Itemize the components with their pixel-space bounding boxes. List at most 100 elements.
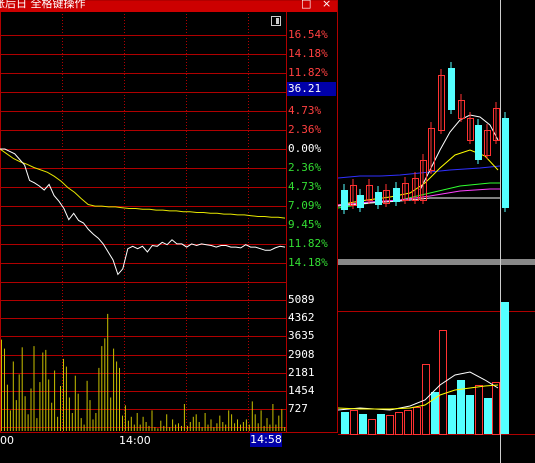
percent-label: 11.82%	[288, 237, 328, 250]
volume-bar	[231, 414, 233, 431]
volume-bar	[113, 348, 115, 431]
volume-bar	[368, 419, 376, 435]
volume-bar	[192, 416, 194, 431]
volume-bar	[71, 413, 73, 431]
volume-bars	[1, 313, 286, 431]
candle-body	[375, 192, 382, 205]
percent-label: 0.00%	[288, 142, 322, 155]
volume-bar	[136, 413, 138, 431]
volume-bar	[172, 419, 174, 431]
volume-bar	[27, 414, 29, 431]
current-time-box: 14:58	[250, 433, 282, 447]
current-price-box: 36.21	[287, 82, 336, 96]
volume-bar	[181, 425, 182, 431]
volume-bar	[63, 358, 64, 431]
percent-label: 4.73%	[288, 104, 322, 117]
volume-bar	[237, 419, 238, 431]
volume-bar	[228, 410, 230, 431]
volume-bar	[157, 428, 159, 431]
volume-bar	[95, 413, 97, 431]
volume-bar	[395, 412, 403, 435]
volume-bar	[448, 395, 456, 434]
volume-bar	[210, 419, 212, 431]
volume-bar	[124, 405, 126, 431]
volume-bar	[107, 313, 109, 431]
volume-bar	[284, 427, 286, 431]
volume-bar	[240, 424, 241, 431]
volume-bar	[204, 413, 206, 431]
percent-label: 7.09%	[288, 199, 322, 212]
volume-bar	[65, 366, 67, 431]
volume-bar	[359, 414, 367, 434]
volume-bar	[98, 367, 100, 431]
volume-bar	[269, 424, 271, 431]
volume-bar	[195, 414, 197, 431]
volume-bar	[45, 349, 47, 431]
volume-bar	[251, 401, 253, 431]
volume-bar	[278, 415, 280, 431]
minimize-icon[interactable]: □	[301, 0, 311, 10]
volume-bar	[148, 425, 150, 431]
volume-bar	[178, 423, 179, 431]
chart-canvas	[0, 0, 535, 463]
volume-bar	[475, 385, 483, 435]
volume-bar	[151, 410, 153, 431]
volume-bar	[484, 398, 492, 434]
volume-bar	[198, 422, 200, 431]
volume-bar	[183, 404, 185, 431]
volume-bar	[257, 423, 259, 431]
percent-label: 14.18%	[288, 256, 328, 269]
intraday-price-line	[0, 148, 286, 276]
volume-label: 4362	[288, 311, 315, 324]
candle-body	[393, 188, 400, 202]
volume-bar	[119, 367, 120, 431]
volume-bar	[74, 375, 76, 431]
volume-bar	[116, 361, 118, 431]
volume-label: 2908	[288, 348, 315, 361]
popup-title-text: 涨后日 全格键操作	[0, 0, 86, 10]
volume-bar	[341, 412, 349, 434]
volume-bar	[92, 419, 94, 431]
volume-bar	[133, 424, 135, 431]
volume-bar	[207, 424, 209, 431]
volume-bar	[272, 404, 274, 431]
volume-bar	[492, 382, 500, 435]
volume-bar	[242, 422, 244, 431]
volume-label: 3635	[288, 329, 315, 342]
volume-label: 5089	[288, 293, 315, 306]
percent-label: 2.36%	[288, 161, 322, 174]
volume-bar	[83, 424, 85, 431]
panel-separator	[338, 259, 535, 265]
volume-bar	[42, 352, 44, 431]
volume-bar	[166, 414, 168, 431]
volume-bar	[18, 374, 20, 431]
panel-toggle-icon[interactable]	[271, 16, 281, 26]
volume-bar	[142, 416, 144, 431]
close-icon[interactable]: ×	[322, 0, 331, 10]
candle-body	[502, 118, 509, 208]
volume-bar	[254, 414, 256, 431]
volume-bar	[68, 397, 70, 431]
volume-bar	[266, 418, 268, 431]
volume-bar	[413, 407, 421, 435]
volume-bar	[21, 347, 23, 431]
percent-label: 16.54%	[288, 28, 328, 41]
percent-label: 11.82%	[288, 66, 328, 79]
volume-bar	[48, 379, 50, 431]
volume-bar	[248, 424, 250, 431]
volume-bar	[175, 424, 177, 431]
volume-bar	[281, 409, 283, 431]
candle-body	[475, 125, 482, 160]
volume-bar	[154, 427, 156, 431]
volume-bar	[51, 402, 53, 431]
volume-bar	[260, 410, 262, 431]
volume-bar	[225, 424, 227, 431]
volume-label: 1454	[288, 384, 315, 397]
time-label-1400: 14:00	[119, 434, 151, 447]
volume-bar	[245, 419, 247, 431]
volume-bar	[80, 418, 82, 431]
percent-label: 2.36%	[288, 123, 322, 136]
volume-bar	[404, 410, 412, 435]
time-label-start: 00	[0, 434, 14, 447]
volume-bar	[127, 420, 129, 431]
